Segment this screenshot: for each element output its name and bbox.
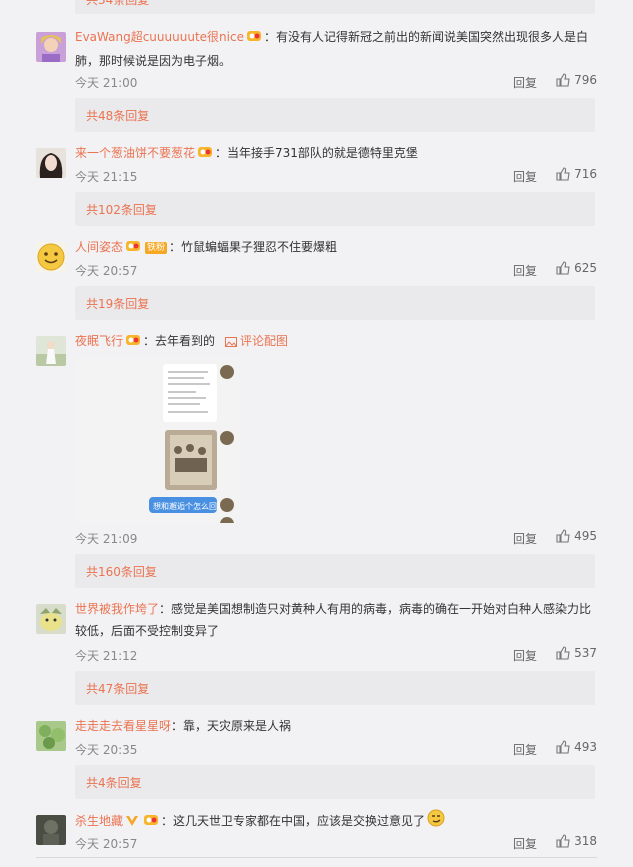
comment-body: 世界被我作垮了：感觉是美国想制造只对黄种人有用的病毒，病毒的确在一开始对白种人感…	[75, 598, 597, 642]
avatar[interactable]	[36, 721, 66, 751]
comment-meta: 今天 21:00 回复 796	[75, 73, 597, 91]
divider	[36, 857, 597, 858]
comment-meta: 今天 20:57 回复 625	[75, 261, 597, 279]
timestamp: 今天 20:57	[75, 264, 138, 278]
more-replies-button[interactable]: 共102条回复	[75, 192, 595, 226]
more-replies-button[interactable]: 共19条回复	[75, 286, 595, 320]
username-link[interactable]: 人间姿态	[75, 240, 123, 254]
username-link[interactable]: 世界被我作垮了	[75, 602, 159, 616]
comment-body: 人间姿态 铁粉 ：竹鼠蝙蝠果子狸忍不住要爆粗	[75, 236, 597, 260]
timestamp: 今天 20:57	[75, 837, 138, 851]
username-link[interactable]: 走走走去看星星呀	[75, 719, 171, 733]
reply-button[interactable]: 回复	[513, 647, 537, 664]
like-button[interactable]: 493	[556, 740, 597, 754]
comment-feed: 共34条回复 EvaWang超cuuuuuute很nice ：有没有人记得新冠之前…	[0, 0, 633, 867]
like-count: 796	[574, 73, 597, 87]
reply-button[interactable]: 回复	[513, 530, 537, 547]
verified-v-icon	[125, 812, 139, 834]
replies-count-label: 共48条回复	[86, 109, 150, 123]
image-icon	[225, 337, 238, 347]
comment-text: ：去年看到的	[143, 334, 216, 348]
more-replies-button[interactable]: 共48条回复	[75, 98, 595, 132]
replies-count-label: 共102条回复	[86, 203, 157, 217]
avatar[interactable]	[36, 336, 66, 366]
comment-body: 来一个葱油饼不要葱花 ：当年接手731部队的就是德特里克堡	[75, 142, 597, 166]
comment-body: 夜眠飞行 ：去年看到的 评论配图	[75, 330, 597, 354]
more-replies-button[interactable]: 共34条回复	[75, 0, 595, 14]
reply-button[interactable]: 回复	[513, 168, 537, 185]
chat-bubble-text: 想和邂逅个怎么回事	[153, 501, 225, 511]
vip-badge-icon	[125, 332, 141, 354]
chat-screenshot-image: 想和邂逅个怎么回事	[75, 358, 240, 523]
thumbs-up-icon	[556, 529, 570, 543]
comment-text: ：竹鼠蝙蝠果子狸忍不住要爆粗	[169, 240, 338, 254]
reply-button[interactable]: 回复	[513, 74, 537, 91]
reply-button[interactable]: 回复	[513, 262, 537, 279]
avatar[interactable]	[36, 32, 66, 62]
username-link[interactable]: 来一个葱油饼不要葱花	[75, 146, 195, 160]
vip-badge-icon	[197, 144, 213, 166]
more-replies-button[interactable]: 共4条回复	[75, 765, 595, 799]
comment-meta: 今天 21:09 回复 495	[75, 529, 597, 547]
comment-meta: 今天 21:12 回复 537	[75, 646, 597, 664]
comment-text: ：这几天世卫专家都在中国，应该是交换过意见了	[161, 814, 426, 828]
timestamp: 今天 21:12	[75, 649, 138, 663]
vip-badge-icon	[125, 238, 141, 260]
replies-count-label: 共160条回复	[86, 565, 157, 579]
comment-image-thumbnail[interactable]: 想和邂逅个怎么回事	[75, 358, 240, 523]
fan-badge: 铁粉	[145, 242, 168, 254]
like-count: 625	[574, 261, 597, 275]
username-link[interactable]: 夜眠飞行	[75, 334, 123, 348]
replies-count-label: 共4条回复	[86, 776, 142, 790]
avatar[interactable]	[36, 604, 66, 634]
thumbs-up-icon	[556, 834, 570, 848]
like-button[interactable]: 318	[556, 834, 597, 848]
like-count: 318	[574, 834, 597, 848]
avatar[interactable]	[36, 815, 66, 845]
comment-image-label: 评论配图	[240, 334, 289, 348]
smirk-emoji-icon	[427, 809, 445, 834]
thumbs-up-icon	[556, 740, 570, 754]
comment-meta: 今天 21:15 回复 716	[75, 167, 597, 185]
comment-body: 走走走去看星星呀：靠，天灾原来是人祸	[75, 715, 597, 737]
reply-button[interactable]: 回复	[513, 835, 537, 852]
like-button[interactable]: 537	[556, 646, 597, 660]
comment-text: ：靠，天灾原来是人祸	[171, 719, 292, 733]
thumbs-up-icon	[556, 646, 570, 660]
timestamp: 今天 20:35	[75, 743, 138, 757]
like-button[interactable]: 796	[556, 73, 597, 87]
thumbs-up-icon	[556, 167, 570, 181]
replies-count-label: 共19条回复	[86, 297, 150, 311]
replies-count-label: 共34条回复	[86, 0, 150, 7]
replies-count-label: 共47条回复	[86, 682, 150, 696]
comment-image-link[interactable]: 评论配图	[225, 334, 288, 348]
timestamp: 今天 21:09	[75, 532, 138, 546]
comment-text: ：当年接手731部队的就是德特里克堡	[215, 146, 418, 160]
reply-button[interactable]: 回复	[513, 741, 537, 758]
username-link[interactable]: EvaWang超cuuuuuute很nice	[75, 30, 244, 44]
comment-body: 杀生地藏 ：这几天世卫专家都在中国，应该是交换过意见了	[75, 809, 597, 834]
comment-meta: 今天 20:35 回复 493	[75, 740, 597, 758]
like-button[interactable]: 625	[556, 261, 597, 275]
comment-body: EvaWang超cuuuuuute很nice ：有没有人记得新冠之前出的新闻说美国…	[75, 26, 597, 72]
timestamp: 今天 21:00	[75, 76, 138, 90]
avatar[interactable]	[36, 148, 66, 178]
username-link[interactable]: 杀生地藏	[75, 814, 123, 828]
like-count: 493	[574, 740, 597, 754]
like-button[interactable]: 716	[556, 167, 597, 181]
like-count: 537	[574, 646, 597, 660]
avatar[interactable]	[36, 242, 66, 272]
like-count: 716	[574, 167, 597, 181]
more-replies-button[interactable]: 共160条回复	[75, 554, 595, 588]
comment-meta: 今天 20:57 回复 318	[75, 834, 597, 852]
thumbs-up-icon	[556, 73, 570, 87]
like-button[interactable]: 495	[556, 529, 597, 543]
vip-badge-icon	[143, 812, 159, 834]
thumbs-up-icon	[556, 261, 570, 275]
vip-badge-icon	[246, 28, 262, 50]
more-replies-button[interactable]: 共47条回复	[75, 671, 595, 705]
timestamp: 今天 21:15	[75, 170, 138, 184]
like-count: 495	[574, 529, 597, 543]
